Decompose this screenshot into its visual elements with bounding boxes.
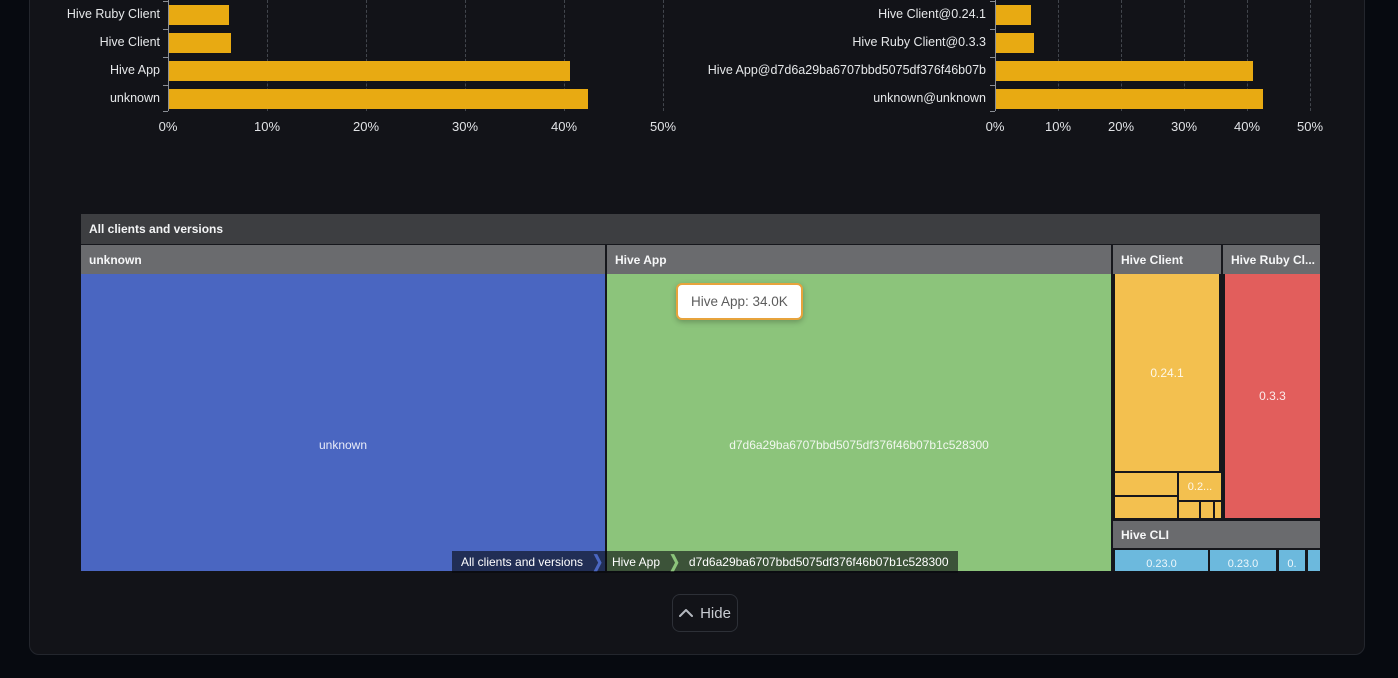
gridline <box>1310 0 1311 111</box>
treemap-cell-hive-client[interactable]: 0.24.1 <box>1115 274 1219 471</box>
hide-button-label: Hide <box>700 605 731 622</box>
axis-tick <box>990 85 995 86</box>
axis-tick <box>990 29 995 30</box>
breadcrumb: All clients and versions ❯ Hive App ❯ d7… <box>452 551 958 573</box>
breadcrumb-item-root[interactable]: All clients and versions <box>452 551 592 573</box>
breadcrumb-item-hive-app[interactable]: Hive App <box>603 551 669 573</box>
category-label: Hive Ruby Client@0.3.3 <box>666 35 986 49</box>
treemap-group-header-hive-app[interactable]: Hive App <box>607 245 1111 274</box>
x-axis-tick-label: 0% <box>965 119 1025 134</box>
treemap-group-header-unknown[interactable]: unknown <box>81 245 605 274</box>
category-label: unknown@unknown <box>666 91 986 105</box>
treemap-cell-hive-ruby-cl[interactable]: 0.3.3 <box>1225 274 1320 518</box>
breadcrumb-item-version-hash[interactable]: d7d6a29ba6707bbd5075df376f46b07b1c528300 <box>680 551 958 573</box>
treemap-all-clients-and-versions: All clients and versionsunknownunknownHi… <box>81 214 1320 571</box>
axis-tick <box>990 1 995 2</box>
treemap-cell-hive-client[interactable] <box>1179 502 1199 518</box>
treemap-cell-hive-client[interactable] <box>1215 502 1221 518</box>
treemap-cell-hive-cli[interactable]: 0. <box>1279 550 1305 571</box>
chevron-right-icon: ❯ <box>669 548 680 576</box>
bar-unknown-unknown[interactable] <box>996 89 1263 109</box>
hide-button[interactable]: Hide <box>672 594 738 632</box>
chevron-right-icon: ❯ <box>592 548 603 576</box>
treemap-cell-hive-client[interactable] <box>1115 473 1177 495</box>
treemap-cell-hive-client[interactable] <box>1115 497 1177 518</box>
x-axis-tick-label: 20% <box>1091 119 1151 134</box>
x-axis-tick-label: 40% <box>1217 119 1277 134</box>
axis-tick <box>990 111 995 112</box>
category-label: Hive App@d7d6a29ba6707bbd5075df376f46b07… <box>666 63 986 77</box>
axis-tick <box>990 57 995 58</box>
bar-hive-app-d7d6a29ba6707bbd5075df376f46b07b[interactable] <box>996 61 1253 81</box>
treemap-cell-hive-cli[interactable]: 0.23.0 <box>1210 550 1276 571</box>
treemap-cell-hive-client[interactable] <box>1201 502 1213 518</box>
treemap-cell-hive-cli[interactable] <box>1308 550 1320 571</box>
tooltip-text: Hive App: 34.0K <box>691 294 788 309</box>
treemap-group-header-hive-client[interactable]: Hive Client <box>1113 245 1221 274</box>
x-axis-tick-label: 30% <box>1154 119 1214 134</box>
treemap-cell-unknown[interactable]: unknown <box>81 274 605 571</box>
bar-hive-client-0-24-1[interactable] <box>996 5 1031 25</box>
category-label: Hive Client@0.24.1 <box>666 7 986 21</box>
treemap-cell-hive-client[interactable]: 0.2... <box>1179 473 1221 500</box>
x-axis-tick-label: 50% <box>1280 119 1340 134</box>
chevron-up-icon <box>679 609 693 617</box>
treemap-cell-hive-cli[interactable]: 0.23.0 <box>1115 550 1208 571</box>
treemap-group-header-hive-ruby-cl[interactable]: Hive Ruby Cl... <box>1223 245 1320 274</box>
treemap-group-header-hive-cli[interactable]: Hive CLI <box>1113 521 1320 548</box>
dashboard-page: 0%10%20%30%40%50%Hive Ruby ClientHive Cl… <box>0 0 1398 678</box>
treemap-tooltip: Hive App: 34.0K <box>676 283 803 320</box>
treemap-root-header[interactable]: All clients and versions <box>81 214 1320 244</box>
x-axis-tick-label: 10% <box>1028 119 1088 134</box>
bar-hive-ruby-client-0-3-3[interactable] <box>996 33 1034 53</box>
